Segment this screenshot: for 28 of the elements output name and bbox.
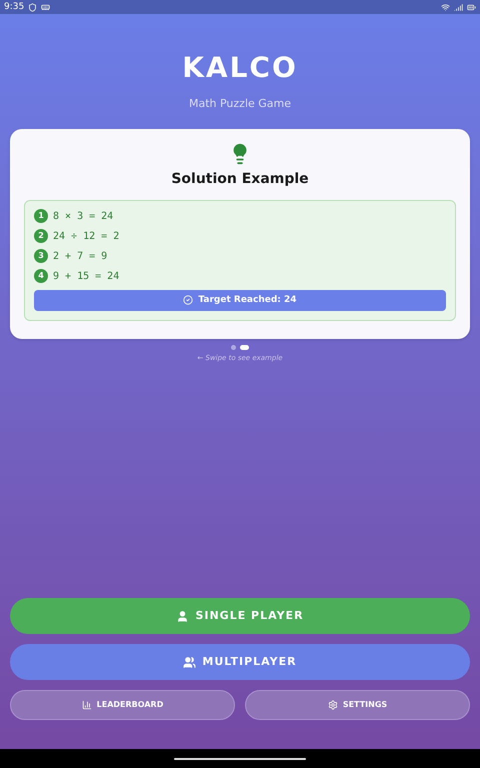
memory-card-icon — [41, 2, 50, 12]
people-icon — [183, 656, 196, 668]
step-number: 4 — [34, 269, 48, 283]
step-number: 1 — [34, 209, 48, 223]
card-title: Solution Example — [171, 170, 309, 188]
menu-button[interactable]: MULTIPLAYER — [10, 644, 470, 680]
check-icon — [183, 295, 194, 305]
app-title: KALCO — [182, 52, 298, 84]
step-number: 3 — [34, 249, 48, 263]
equation-text: 2 + 7 = 9 — [53, 250, 108, 264]
shield-icon — [28, 2, 38, 12]
step-number: 2 — [34, 229, 48, 243]
result-text: Target Reached: 24 — [198, 296, 297, 304]
person-icon — [176, 610, 190, 622]
settings-icon — [328, 700, 338, 710]
home-handle[interactable] — [174, 758, 306, 760]
wifi-icon — [441, 2, 450, 12]
menu-button[interactable]: SINGLE PLAYER — [10, 598, 470, 634]
app-subtitle: Math Puzzle Game — [188, 96, 292, 112]
signal-icon — [454, 2, 463, 12]
status-time: 9:35 — [4, 2, 24, 12]
equation-text: 8 × 3 = 24 — [53, 210, 114, 224]
menu-button[interactable]: LEADERBOARD — [10, 690, 235, 720]
battery-icon — [467, 2, 476, 12]
equation-text: 24 ÷ 12 = 2 — [53, 230, 120, 244]
menu-button[interactable]: SETTINGS — [245, 690, 470, 720]
equation-text: 9 + 15 = 24 — [53, 270, 120, 284]
bar-chart-icon — [82, 700, 92, 710]
